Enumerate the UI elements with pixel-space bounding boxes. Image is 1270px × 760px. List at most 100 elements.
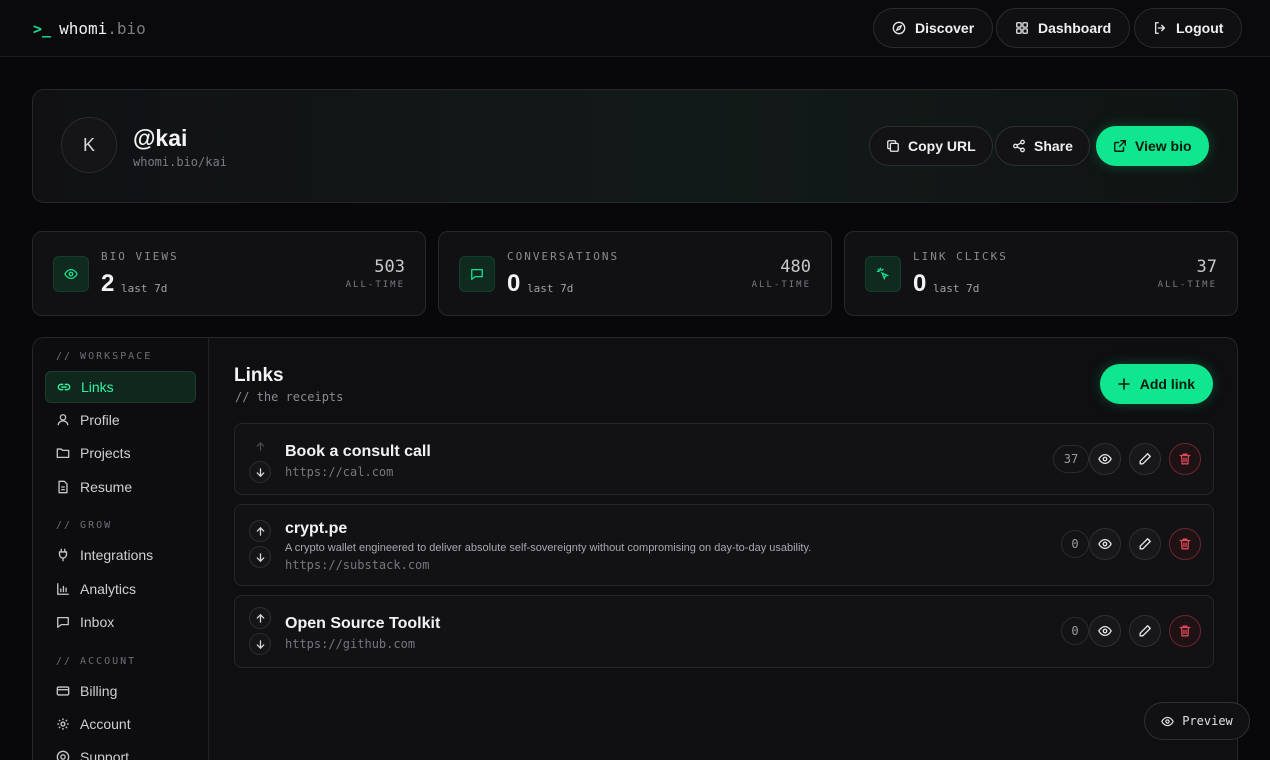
share-label: Share bbox=[1034, 138, 1073, 154]
edit-link-button[interactable] bbox=[1129, 443, 1161, 475]
logout-icon bbox=[1153, 21, 1167, 35]
delete-link-button[interactable] bbox=[1169, 528, 1201, 560]
eye-icon bbox=[1098, 452, 1112, 466]
eye-icon bbox=[53, 256, 89, 292]
stat-label: BIO VIEWS bbox=[101, 250, 179, 263]
move-up-button[interactable] bbox=[249, 435, 271, 457]
logout-button[interactable]: Logout bbox=[1134, 8, 1243, 48]
links-panel: Links // the receipts Add link Book a co… bbox=[210, 338, 1237, 760]
avatar: K bbox=[61, 117, 117, 173]
move-up-button[interactable] bbox=[249, 607, 271, 629]
stat-card-conversations: CONVERSATIONS 0 last 7d 480 ALL-TIME bbox=[438, 231, 832, 316]
toggle-visibility-button[interactable] bbox=[1089, 615, 1121, 647]
preview-button[interactable]: Preview bbox=[1144, 702, 1250, 740]
stat-all-time-value: 480 bbox=[780, 257, 811, 277]
sidebar-item-projects[interactable]: Projects bbox=[45, 437, 196, 469]
brand-logo[interactable]: >_ whomi.bio bbox=[33, 19, 146, 38]
list-item: crypt.pe A crypto wallet engineered to d… bbox=[234, 504, 1214, 586]
delete-link-button[interactable] bbox=[1169, 443, 1201, 475]
click-count-badge: 0 bbox=[1061, 530, 1089, 558]
link-url: https://substack.com bbox=[285, 558, 430, 572]
sidebar-item-inbox[interactable]: Inbox bbox=[45, 606, 196, 638]
sidebar-item-label: Support bbox=[80, 749, 130, 760]
sidebar-item-label: Account bbox=[80, 716, 131, 732]
user-icon bbox=[56, 413, 70, 427]
sidebar-item-label: Analytics bbox=[80, 581, 137, 597]
sidebar-item-label: Links bbox=[81, 379, 114, 395]
sidebar-item-integrations[interactable]: Integrations bbox=[45, 539, 196, 571]
share-button[interactable]: Share bbox=[995, 126, 1090, 166]
arrow-up-icon bbox=[255, 441, 266, 452]
arrow-up-icon bbox=[255, 613, 266, 624]
stat-all-time-value: 503 bbox=[374, 257, 405, 277]
gear-icon bbox=[56, 717, 70, 731]
stat-period: last 7d bbox=[933, 282, 980, 295]
eye-icon bbox=[1161, 715, 1175, 728]
trash-icon bbox=[1178, 624, 1192, 638]
eye-icon bbox=[1098, 537, 1112, 551]
credit-card-icon bbox=[56, 684, 70, 698]
eye-icon bbox=[1098, 624, 1112, 638]
sidebar-section-title: // WORKSPACE bbox=[56, 351, 153, 362]
arrow-up-icon bbox=[255, 526, 266, 537]
document-icon bbox=[56, 480, 70, 494]
plug-icon bbox=[56, 548, 70, 562]
move-down-button[interactable] bbox=[249, 546, 271, 568]
share-icon bbox=[1012, 139, 1026, 153]
brand-name: whomi bbox=[59, 19, 108, 38]
stat-label: LINK CLICKS bbox=[913, 250, 1008, 263]
sidebar-item-billing[interactable]: Billing bbox=[45, 675, 196, 707]
sidebar-item-label: Integrations bbox=[80, 547, 154, 563]
sidebar-item-label: Projects bbox=[80, 445, 131, 461]
help-icon bbox=[56, 750, 70, 760]
stat-card-bio-views: BIO VIEWS 2 last 7d 503 ALL-TIME bbox=[32, 231, 426, 316]
page-title: Links bbox=[234, 365, 284, 386]
profile-card: K @kai whomi.bio/kai Copy URL Share View… bbox=[32, 89, 1238, 203]
folder-icon bbox=[56, 446, 70, 460]
sidebar-item-resume[interactable]: Resume bbox=[45, 471, 196, 503]
sidebar-item-links[interactable]: Links bbox=[45, 371, 196, 403]
link-title[interactable]: Open Source Toolkit bbox=[285, 615, 440, 633]
sidebar-item-label: Profile bbox=[80, 412, 120, 428]
sidebar-item-support[interactable]: Support bbox=[45, 741, 196, 760]
top-nav: >_ whomi.bio Discover Dashboard Logout bbox=[0, 0, 1270, 57]
stat-value: 0 bbox=[507, 270, 521, 297]
stat-all-time-label: ALL-TIME bbox=[751, 280, 811, 290]
view-bio-label: View bio bbox=[1135, 138, 1192, 154]
sidebar-item-account[interactable]: Account bbox=[45, 708, 196, 740]
sidebar-section-title: // ACCOUNT bbox=[56, 656, 137, 667]
move-down-button[interactable] bbox=[249, 461, 271, 483]
click-count-badge: 37 bbox=[1053, 445, 1089, 473]
terminal-prompt-icon: >_ bbox=[33, 19, 52, 38]
copy-url-button[interactable]: Copy URL bbox=[869, 126, 993, 166]
link-description: A crypto wallet engineered to deliver ab… bbox=[285, 542, 812, 554]
profile-handle: @kai bbox=[133, 125, 188, 151]
sidebar-item-profile[interactable]: Profile bbox=[45, 404, 196, 436]
add-link-label: Add link bbox=[1139, 376, 1195, 392]
sidebar-item-analytics[interactable]: Analytics bbox=[45, 573, 196, 605]
brand-tld: .bio bbox=[107, 19, 146, 38]
move-up-button[interactable] bbox=[249, 520, 271, 542]
trash-icon bbox=[1178, 537, 1192, 551]
arrow-down-icon bbox=[255, 467, 266, 478]
discover-button[interactable]: Discover bbox=[873, 8, 994, 48]
move-down-button[interactable] bbox=[249, 633, 271, 655]
pencil-icon bbox=[1138, 537, 1152, 551]
link-title[interactable]: crypt.pe bbox=[285, 520, 347, 538]
toggle-visibility-button[interactable] bbox=[1089, 528, 1121, 560]
page-subtitle: // the receipts bbox=[235, 390, 344, 404]
add-link-button[interactable]: Add link bbox=[1099, 364, 1213, 404]
link-title[interactable]: Book a consult call bbox=[285, 443, 431, 461]
stat-label: CONVERSATIONS bbox=[507, 250, 620, 263]
delete-link-button[interactable] bbox=[1169, 615, 1201, 647]
toggle-visibility-button[interactable] bbox=[1089, 443, 1121, 475]
edit-link-button[interactable] bbox=[1129, 528, 1161, 560]
dashboard-label: Dashboard bbox=[1038, 20, 1112, 36]
stat-card-link-clicks: LINK CLICKS 0 last 7d 37 ALL-TIME bbox=[844, 231, 1238, 316]
discover-label: Discover bbox=[915, 20, 975, 36]
copy-icon bbox=[886, 139, 900, 153]
dashboard-button[interactable]: Dashboard bbox=[996, 8, 1131, 48]
edit-link-button[interactable] bbox=[1129, 615, 1161, 647]
view-bio-button[interactable]: View bio bbox=[1096, 126, 1209, 166]
pencil-icon bbox=[1138, 624, 1152, 638]
